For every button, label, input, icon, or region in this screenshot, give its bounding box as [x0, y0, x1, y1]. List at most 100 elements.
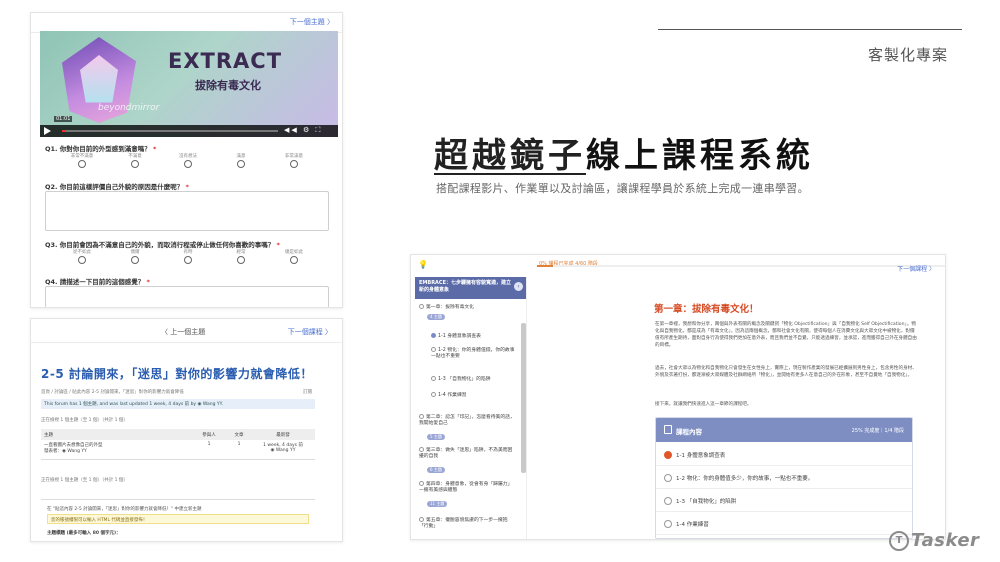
page-title-rest: 線上課程系統 [586, 136, 814, 176]
topic-count: 正在檢視 1 個主題（至 1 個）（共計 1 個） [41, 418, 128, 423]
play-icon[interactable] [44, 127, 51, 135]
next-lesson-link[interactable]: 下一個課程 〉 [897, 264, 935, 273]
video-title: EXTRACT [168, 49, 283, 73]
next-topic-link[interactable]: 下一個主題 〉 [290, 17, 334, 27]
sidebar-item-lesson[interactable]: 1-2 物化：你的身體值錢，你的故事一點也不重要 [431, 347, 519, 360]
new-topic-title: 在 "貼這內容 2-5 討論開來，「迷思」對你的影響力就會降低！" 中建立新主題 [47, 507, 202, 512]
subject-label: 主題標題 (最多可輸入 80 個字元)： [47, 531, 121, 536]
chapter-title: 第一章：拔除有毒文化！ [654, 304, 759, 315]
radio-button[interactable] [237, 160, 245, 168]
option-label: 有時 [183, 250, 193, 255]
topic-nav: 〈 上一個主題 下一個課程 〉 [31, 319, 342, 343]
topic-count-badge: 4 主題 [427, 314, 445, 320]
radio-button[interactable] [184, 160, 192, 168]
radio-button[interactable] [131, 256, 139, 264]
question-3-label: Q3. 你目前會因為不滿意自己的外貌，而取消行程或停止做任何你喜歡的事嗎？ * [45, 241, 280, 249]
status-icon [419, 414, 424, 419]
option-label: 滿意 [236, 154, 246, 159]
chapter-paragraph: 在第一章裡，我想和你分享，兩個與外表有關的概念及關鍵詞「物化 Objectifi… [655, 322, 917, 348]
sidebar-item-chapter-1[interactable]: 第一章：拔除有毒文化 [419, 304, 474, 311]
card-header: 課程內容 25% 完成度｜1/4 階段 [656, 418, 912, 442]
sidebar-item-lesson[interactable]: 1-3 「自我物化」的陷阱 [431, 376, 491, 383]
course-progress-fill [537, 265, 554, 267]
video-subtitle: 拔除有毒文化 [195, 79, 261, 92]
page-title: 超越鏡子線上課程系統 [434, 128, 814, 177]
topic-count-badge: 6 主題 [427, 467, 445, 473]
sidebar-item-lesson[interactable]: 1-1 身體意象調查表 [431, 333, 481, 340]
option-label: 從不如此 [73, 250, 91, 255]
project-tag: 客製化專案 [868, 46, 949, 64]
forum-screenshot: 〈 上一個主題 下一個課程 〉 2-5 討論開來，「迷思」對你的影響力就會降低！… [30, 318, 343, 542]
card-title: 課程內容 [676, 428, 702, 436]
lesson-item[interactable]: 1-4 作業練習 [656, 513, 912, 535]
column-header: 主題 [44, 432, 53, 438]
table-row[interactable]: 一直看圖片去想像自己的外型 發表者：◉ Wang YY 1 1 1 week, 4… [41, 440, 315, 460]
course-screenshot: 💡 0% 課程已完成 4/60 階段 下一個課程 〉 EMBRACE：七步驟擁有… [410, 254, 946, 540]
status-icon [431, 347, 436, 352]
radio-button[interactable] [78, 160, 86, 168]
radio-button[interactable] [290, 160, 298, 168]
status-icon [419, 447, 424, 452]
sidebar-scrollbar[interactable] [521, 323, 526, 473]
status-icon [431, 376, 436, 381]
next-lesson-link[interactable]: 下一個課程 〉 [288, 327, 332, 337]
top-bar: 下一個主題 〉 [31, 13, 342, 33]
prev-topic-link[interactable]: 〈 上一個主題 [161, 327, 205, 337]
sidebar-item-chapter-5[interactable]: 第五章：擺脫容貌焦慮的下一步—擁抱「行動」 [419, 517, 517, 530]
option-label: 非常不滿意 [70, 154, 94, 159]
lesson-content: 第一章：拔除有毒文化！ 在第一章裡，我想和你分享，兩個與外表有關的概念及關鍵詞「… [529, 277, 945, 539]
sidebar-item-chapter-4[interactable]: 第四章：身體意象，從會有身「歸屬力」—擁有美感與體態 [419, 481, 517, 494]
participants-cell: 1 [207, 442, 211, 447]
status-icon [419, 517, 424, 522]
chapter-paragraph: 過去，社會大眾以為物化和自我物化只會發生在女性身上，實際上，現在製作產業的發展已… [655, 366, 917, 378]
logo-text: Tasker [911, 530, 980, 551]
quiz-screenshot: 下一個主題 〉 EXTRACT 拔除有毒文化 beyondmirror 01:0… [30, 12, 343, 308]
forum-info-bar: This forum has 1 個主題, and was last updat… [41, 399, 315, 409]
video-watermark: beyondmirror [98, 103, 160, 113]
page-subtitle: 搭配課程影片、作業單以及討論區，讓課程學員於系統上完成一連串學習。 [436, 182, 809, 195]
topic-table: 主題 參與人 文章 最新發 一直看圖片去想像自己的外型 發表者：◉ Wang YY… [41, 429, 315, 460]
latest-cell: 1 week, 4 days 前 ◉ Wang YY [254, 442, 312, 457]
sidebar-item-lesson[interactable]: 1-4 作業練習 [431, 392, 467, 399]
question-4-textarea[interactable] [45, 286, 329, 307]
question-2-textarea[interactable] [45, 191, 329, 231]
chapter-paragraph: 接下來，就讓我們快速進入這一章節的課程吧。 [655, 402, 752, 407]
radio-button[interactable] [131, 160, 139, 168]
forum-title: 2-5 討論開來，「迷思」對你的影響力就會降低！ [41, 367, 313, 381]
option-label: 非常滿意 [285, 154, 303, 159]
tasker-logo: T Tasker [889, 530, 979, 551]
radio-button[interactable] [184, 256, 192, 264]
topic-count-badge: 5 主題 [427, 434, 445, 440]
radio-button[interactable] [78, 256, 86, 264]
column-header: 參與人 [202, 432, 216, 438]
posts-cell: 1 [237, 442, 241, 447]
table-header: 主題 參與人 文章 最新發 [41, 429, 315, 440]
lightbulb-icon[interactable]: 💡 [418, 260, 428, 269]
breadcrumb[interactable]: 首頁 / 討論區 / 貼此內容 2-5 討論開來，「迷思」對你的影響力就會降低 [41, 389, 184, 395]
question-1-options: 非常不滿意 不滿意 沒有想法 滿意 非常滿意 [57, 153, 319, 168]
document-icon [664, 425, 672, 434]
lesson-item[interactable]: 1-2 物化：你的身體值多少，你的故事，一點也不重要。 [656, 467, 912, 489]
sidebar-item-chapter-2[interactable]: 第二章：認怎「印記」，怎麼看待美的話，我開始愛自己 [419, 414, 517, 427]
topic-count-badge: 11 主題 [427, 501, 448, 507]
radio-button[interactable] [290, 256, 298, 264]
status-icon [419, 481, 424, 486]
video-settings-icons[interactable]: ◀◀ ⚙ ⛶ [284, 126, 322, 135]
collapse-icon[interactable]: ‹ [514, 282, 523, 291]
check-icon [431, 333, 436, 338]
lesson-item[interactable]: 1-3 「自我物化」的陷阱 [656, 490, 912, 512]
topic-link[interactable]: 一直看圖片去想像自己的外型 [44, 443, 103, 448]
option-label: 經常 [236, 250, 246, 255]
option-label: 偶爾 [130, 250, 140, 255]
video-controls: 01:01 ◀◀ ⚙ ⛶ [40, 116, 338, 137]
radio-button[interactable] [237, 256, 245, 264]
video-player[interactable]: EXTRACT 拔除有毒文化 beyondmirror 01:01 ◀◀ ⚙ ⛶ [40, 31, 338, 137]
status-icon [419, 304, 424, 309]
subscribe-link[interactable]: 訂閱 [303, 389, 312, 395]
video-seekbar-fill [62, 130, 66, 132]
status-icon [664, 474, 672, 482]
video-seekbar[interactable] [62, 130, 278, 132]
lesson-item[interactable]: 1-1 身體意象調查表 [656, 444, 912, 466]
new-topic-form: 在 "貼這內容 2-5 討論開來，「迷思」對你的影響力就會降低！" 中建立新主題… [41, 499, 315, 541]
sidebar-item-chapter-3[interactable]: 第三章：做失「迷思」陷阱，不為美而困擾的自我 [419, 447, 517, 460]
